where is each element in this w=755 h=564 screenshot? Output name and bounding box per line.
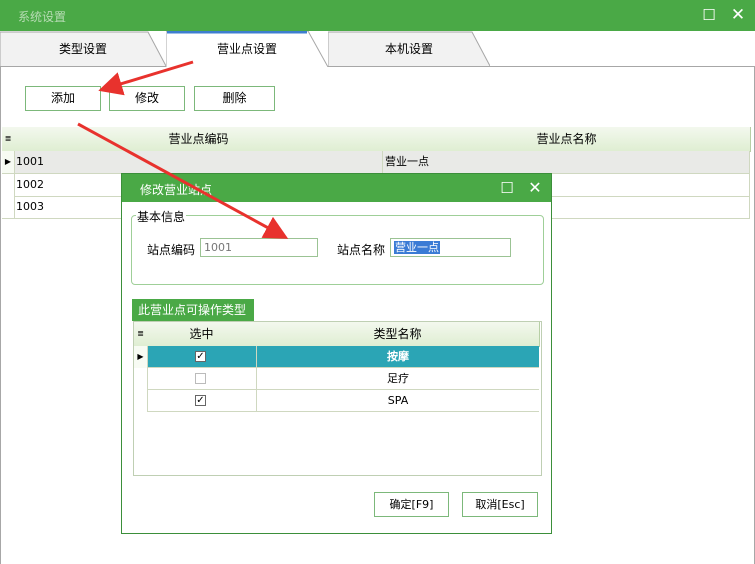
arrow-to-add-button xyxy=(98,60,194,96)
annotation-arrows xyxy=(77,60,289,239)
arrow-to-code-field xyxy=(77,122,289,239)
